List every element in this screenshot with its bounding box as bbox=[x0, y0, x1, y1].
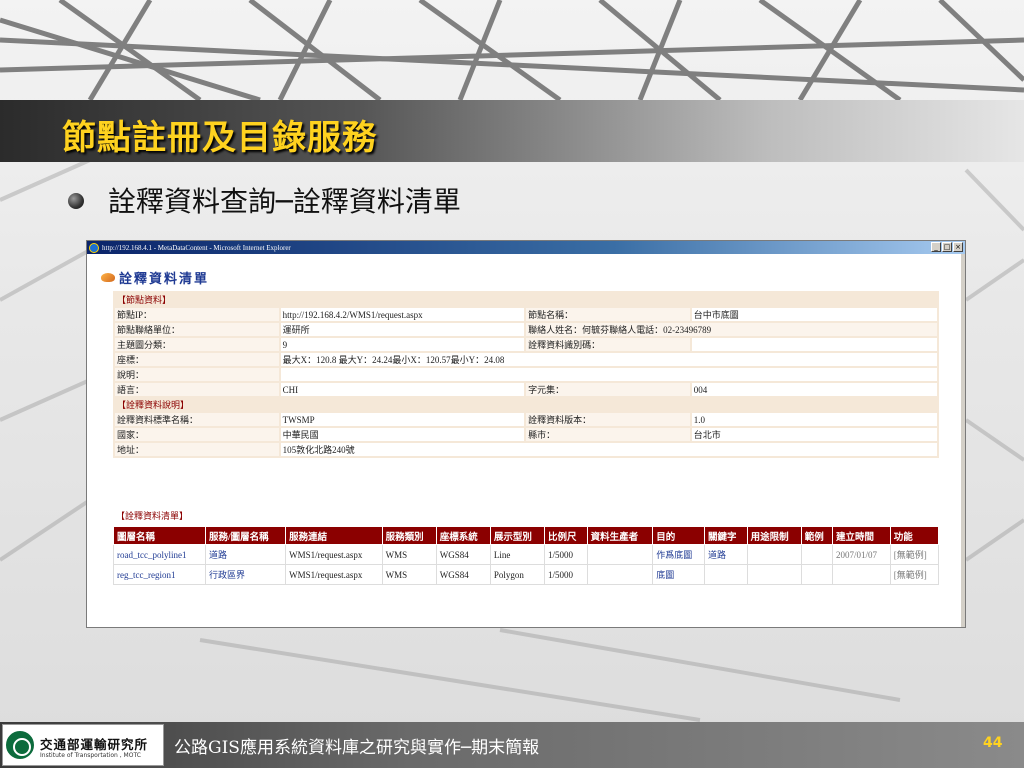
layer-name-link[interactable]: reg_tcc_region1 bbox=[113, 564, 206, 585]
slide-title: 節點註冊及目錄服務 bbox=[62, 118, 377, 158]
desc-label: 說明： bbox=[113, 366, 281, 383]
producer bbox=[586, 564, 654, 585]
lang-label: 語言： bbox=[113, 381, 281, 398]
column-header: 比例尺 bbox=[543, 526, 588, 545]
display-type: Polygon bbox=[489, 564, 545, 585]
meta-id-label: 詮釋資料識別碼： bbox=[524, 336, 692, 353]
no-example-link[interactable]: [無範例] bbox=[889, 544, 940, 565]
service-layer-name: 道路 bbox=[204, 544, 287, 565]
service-layer-name: 行政區界 bbox=[204, 564, 287, 585]
charset-value: 004 bbox=[689, 381, 940, 398]
contact-label: 聯絡人姓名：何毓芬聯絡人電話：02-23496789 bbox=[524, 321, 939, 338]
ie-logo-icon bbox=[89, 242, 99, 253]
org-name: 交通部運輸研究所 bbox=[40, 737, 149, 752]
unit-label: 節點聯絡單位： bbox=[113, 321, 281, 338]
service-link[interactable]: WMS1/request.aspx bbox=[285, 544, 383, 565]
keyword bbox=[703, 564, 748, 585]
created-date bbox=[832, 564, 891, 585]
browser-scrollbar[interactable] bbox=[961, 254, 965, 627]
unit-value: 運研所 bbox=[278, 321, 527, 338]
maximize-button[interactable]: □ bbox=[942, 242, 952, 252]
browser-titlebar[interactable]: http://192.168.4.1 - MetaDataContent - M… bbox=[87, 241, 965, 254]
page-heading-text: 詮釋資料清單 bbox=[119, 272, 210, 287]
column-header: 資料生產者 bbox=[586, 526, 654, 545]
city-label: 縣市： bbox=[524, 426, 692, 443]
column-header: 服務連結 bbox=[285, 526, 383, 545]
created-date: 2007/01/07 bbox=[832, 544, 891, 565]
scale: 1/5000 bbox=[543, 564, 588, 585]
node-section-label: 【節點資料】 bbox=[113, 291, 939, 308]
column-header: 範例 bbox=[800, 526, 834, 545]
country-value: 中華民國 bbox=[278, 426, 527, 443]
column-header: 圖層名稱 bbox=[113, 526, 206, 545]
column-header: 座標系統 bbox=[435, 526, 491, 545]
column-header: 用途限制 bbox=[746, 526, 802, 545]
coord-system: WGS84 bbox=[435, 564, 491, 585]
close-button[interactable]: × bbox=[953, 242, 963, 252]
browser-content: 詮釋資料清單 【節點資料】 節點IP： http://192.168.4.2/W… bbox=[87, 254, 963, 627]
use-limit bbox=[746, 564, 802, 585]
purpose: 作爲底圖 bbox=[652, 544, 705, 565]
column-header: 展示型別 bbox=[489, 526, 545, 545]
metadata-list-table: 圖層名稱 服務/圖層名稱 服務連結 服務類別 座標系統 展示型別 比例尺 資料生… bbox=[113, 526, 940, 585]
use-limit bbox=[746, 544, 802, 565]
table-header-row: 圖層名稱 服務/圖層名稱 服務連結 服務類別 座標系統 展示型別 比例尺 資料生… bbox=[113, 526, 940, 545]
example bbox=[800, 564, 834, 585]
theme-label: 主題圖分類： bbox=[113, 336, 281, 353]
bullet-text: 詮釋資料查詢─詮釋資料清單 bbox=[108, 185, 461, 218]
city-value: 台北市 bbox=[689, 426, 940, 443]
coord-system: WGS84 bbox=[435, 544, 491, 565]
service-type: WMS bbox=[381, 544, 437, 565]
node-name-label: 節點名稱： bbox=[524, 306, 692, 323]
keyword: 道路 bbox=[703, 544, 748, 565]
producer bbox=[586, 544, 654, 565]
page-number: 44 bbox=[983, 735, 1003, 751]
std-label: 詮釋資料標準名稱： bbox=[113, 411, 281, 428]
page-heading: 詮釋資料清單 bbox=[101, 268, 209, 287]
purpose: 底圖 bbox=[652, 564, 705, 585]
std-value: TWSMP bbox=[278, 411, 527, 428]
charset-label: 字元集： bbox=[524, 381, 692, 398]
org-name-en: Institute of Transportation , MOTC bbox=[40, 752, 141, 759]
coord-value: 最大X：120.8 最大Y：24.24最小X：120.57最小Y：24.08 bbox=[278, 351, 940, 368]
display-type: Line bbox=[489, 544, 545, 565]
column-header: 功能 bbox=[889, 526, 940, 545]
service-type: WMS bbox=[381, 564, 437, 585]
theme-value: 9 bbox=[278, 336, 527, 353]
example bbox=[800, 544, 834, 565]
footer-text: 公路GIS應用系統資料庫之研究與實作─期末簡報 bbox=[174, 738, 540, 758]
meta-id-value bbox=[689, 336, 940, 353]
browser-window: http://192.168.4.1 - MetaDataContent - M… bbox=[86, 240, 966, 628]
meta-section-label: 【詮釋資料說明】 bbox=[113, 396, 939, 413]
minimize-button[interactable]: _ bbox=[931, 242, 941, 252]
column-header: 服務/圖層名稱 bbox=[204, 526, 287, 545]
bullet-icon bbox=[68, 193, 84, 209]
column-header: 服務類別 bbox=[381, 526, 437, 545]
node-name-value: 台中市底圖 bbox=[689, 306, 940, 323]
coord-label: 座標： bbox=[113, 351, 281, 368]
no-example-link[interactable]: [無範例] bbox=[889, 564, 940, 585]
list-section-label: 【詮釋資料清單】 bbox=[116, 511, 189, 521]
service-link[interactable]: WMS1/request.aspx bbox=[285, 564, 383, 585]
ip-value: http://192.168.4.2/WMS1/request.aspx bbox=[278, 306, 527, 323]
scale: 1/5000 bbox=[543, 544, 588, 565]
version-value: 1.0 bbox=[689, 411, 940, 428]
column-header: 建立時間 bbox=[832, 526, 891, 545]
table-row: reg_tcc_region1 行政區界 WMS1/request.aspx W… bbox=[113, 564, 940, 585]
layer-name-link[interactable]: road_tcc_polyline1 bbox=[113, 544, 206, 565]
lang-value: CHI bbox=[278, 381, 527, 398]
column-header: 關鍵字 bbox=[703, 526, 748, 545]
column-header: 目的 bbox=[652, 526, 705, 545]
address-label: 地址： bbox=[113, 441, 281, 458]
country-label: 國家： bbox=[113, 426, 281, 443]
ip-label: 節點IP： bbox=[113, 306, 281, 323]
version-label: 詮釋資料版本： bbox=[524, 411, 692, 428]
address-value: 105敦化北路240號 bbox=[278, 441, 940, 458]
cloud-icon bbox=[101, 273, 115, 282]
desc-value bbox=[278, 366, 940, 383]
node-info-table: 【節點資料】 節點IP： http://192.168.4.2/WMS1/req… bbox=[113, 291, 940, 458]
table-row: road_tcc_polyline1 道路 WMS1/request.aspx … bbox=[113, 544, 940, 565]
browser-title: http://192.168.4.1 - MetaDataContent - M… bbox=[102, 243, 291, 252]
org-emblem-icon bbox=[6, 731, 34, 759]
